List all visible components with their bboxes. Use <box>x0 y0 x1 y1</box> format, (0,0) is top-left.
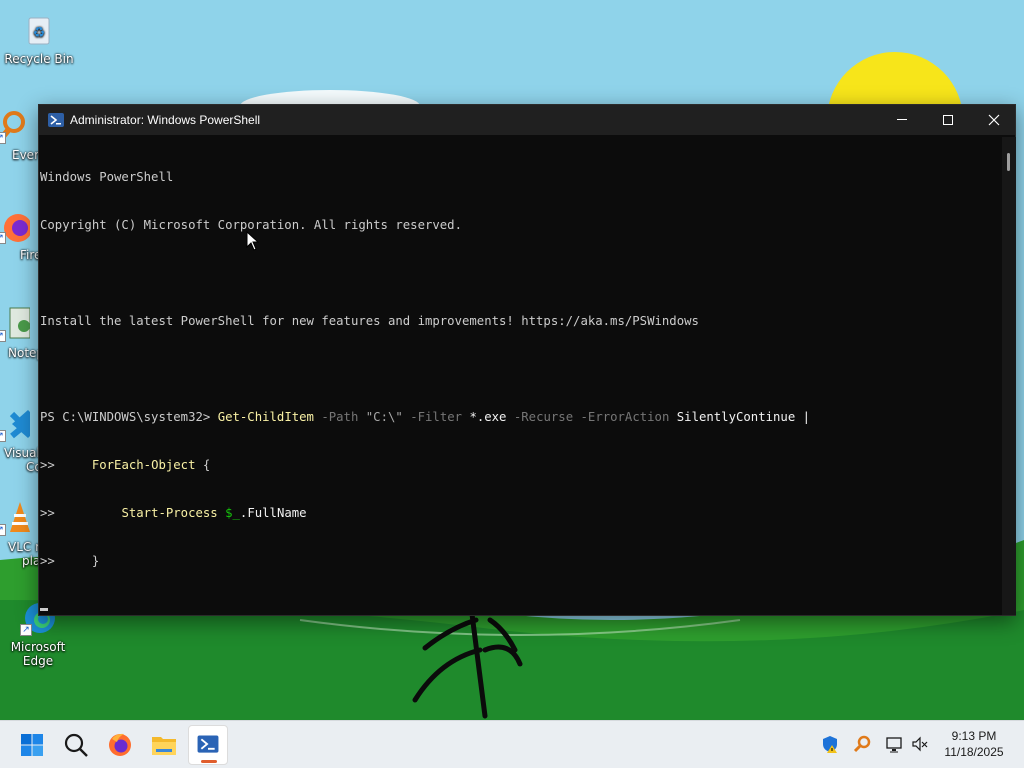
parameter-token: -ErrorAction <box>573 410 677 424</box>
console-line-cursor <box>40 601 1001 615</box>
minimize-button[interactable] <box>879 105 925 135</box>
desktop-icon-label: Microsoft <box>10 640 66 654</box>
argument-token: *.exe <box>469 410 507 424</box>
close-button[interactable] <box>971 105 1017 135</box>
window-titlebar[interactable]: Administrator: Windows PowerShell <box>39 105 1015 135</box>
firefox-icon: ↗ <box>0 208 32 244</box>
clock-date: 11/18/2025 <box>944 745 1004 759</box>
console-line-upgrade-notice: Install the latest PowerShell for new fe… <box>40 314 699 328</box>
clock-time: 9:13 PM <box>951 729 997 743</box>
start-button[interactable] <box>12 725 52 765</box>
console-line-command: PS C:\WINDOWS\system32> Get-ChildItem -P… <box>40 409 1001 425</box>
continuation-prompt: >> <box>40 458 55 472</box>
firefox-icon <box>109 733 131 756</box>
volume-muted-icon[interactable] <box>910 734 930 754</box>
vscode-icon: ↗ <box>0 406 32 442</box>
continuation-prompt: >> <box>40 554 55 568</box>
taskbar-clock[interactable]: 9:13 PM 11/18/2025 <box>936 728 1012 760</box>
text-cursor <box>40 608 48 611</box>
network-icon[interactable] <box>884 734 904 754</box>
taskbar-firefox[interactable] <box>100 725 140 765</box>
cmdlet-token: ForEach-Object <box>91 458 196 472</box>
security-shield-icon[interactable] <box>820 734 840 754</box>
maximize-icon <box>943 115 953 125</box>
desktop-icon-label-line2: Edge <box>22 654 54 668</box>
shortcut-arrow-icon: ↗ <box>0 132 6 144</box>
property-token: .FullName <box>239 506 307 520</box>
maximize-button[interactable] <box>925 105 971 135</box>
console-line-banner: Windows PowerShell <box>40 170 174 184</box>
brace-token: } <box>91 554 100 568</box>
string-token: "C:\" <box>365 410 403 424</box>
folder-icon <box>152 737 176 755</box>
shortcut-arrow-icon: ↗ <box>0 232 6 244</box>
taskbar-file-explorer[interactable] <box>144 725 184 765</box>
console-line-copyright: Copyright (C) Microsoft Corporation. All… <box>40 218 462 232</box>
desktop-icon-label: Recycle Bin <box>4 52 74 66</box>
continuation-prompt: >> <box>40 506 55 520</box>
console-prompt: PS C:\WINDOWS\system32> <box>40 410 218 424</box>
powershell-window[interactable]: Administrator: Windows PowerShell Window… <box>38 104 1016 616</box>
console-output[interactable]: Windows PowerShell Copyright (C) Microso… <box>39 137 1001 615</box>
window-title: Administrator: Windows PowerShell <box>70 113 261 127</box>
vlc-icon: ↗ <box>0 500 30 536</box>
parameter-token: -Path <box>313 410 366 424</box>
scrollbar-thumb[interactable] <box>1007 153 1010 171</box>
argument-token: SilentlyContinue <box>676 410 796 424</box>
brace-token: { <box>195 458 211 472</box>
shortcut-arrow-icon: ↗ <box>0 524 6 536</box>
shortcut-arrow-icon: ↗ <box>0 430 6 442</box>
svg-text:♻: ♻ <box>33 25 46 41</box>
cmdlet-token: Get-ChildItem <box>217 410 314 424</box>
search-icon <box>64 733 88 757</box>
recycle-bin-icon: ♻ <box>21 12 57 48</box>
desktop-icon-recycle-bin[interactable]: ♻ Recycle Bin <box>1 12 77 66</box>
console-scrollbar[interactable] <box>1002 137 1016 615</box>
shortcut-arrow-icon: ↗ <box>0 330 6 342</box>
powershell-icon <box>48 113 64 127</box>
cmdlet-token: Start-Process <box>121 506 218 520</box>
minimize-icon <box>897 119 907 120</box>
everything-search-icon: ↗ <box>0 108 30 144</box>
console-line-continuation: >> ForEach-Object { <box>40 457 1001 473</box>
mouse-pointer-icon <box>246 231 260 251</box>
search-tool-icon[interactable] <box>852 734 872 754</box>
console-line-continuation: >> Start-Process $_.FullName <box>40 505 1001 521</box>
console-line-continuation: >> } <box>40 553 1001 569</box>
powershell-icon <box>197 735 219 753</box>
search-button[interactable] <box>56 725 96 765</box>
variable-token: $_ <box>225 506 240 520</box>
pipe-token: | <box>795 410 811 424</box>
parameter-token: -Filter <box>402 410 470 424</box>
notepad-icon: ↗ <box>0 306 31 342</box>
close-icon <box>988 114 1000 126</box>
parameter-token: -Recurse <box>506 410 574 424</box>
shortcut-arrow-icon: ↗ <box>20 624 32 636</box>
taskbar-powershell[interactable] <box>188 725 228 765</box>
windows-start-icon <box>21 734 43 756</box>
active-app-indicator <box>201 760 217 763</box>
